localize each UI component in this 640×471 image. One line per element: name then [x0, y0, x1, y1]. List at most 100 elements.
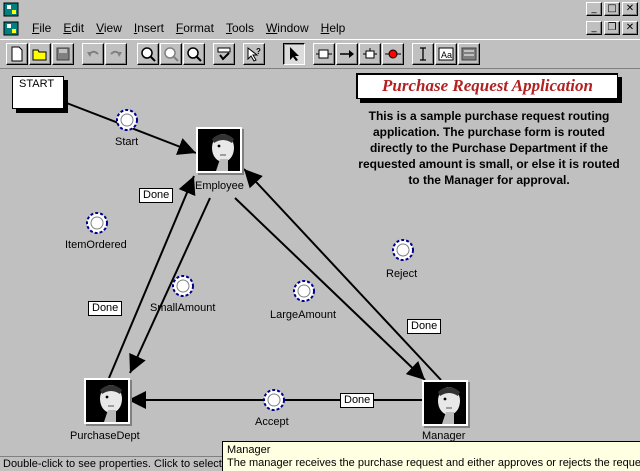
- text-cursor-icon: [420, 47, 426, 61]
- link-employee-to-manager[interactable]: [234, 197, 426, 381]
- app-icon: [3, 2, 19, 17]
- properties-tool-icon: [461, 47, 477, 61]
- redo-icon: [110, 50, 122, 57]
- svg-text:?: ?: [256, 47, 261, 56]
- event-icon-largeamount[interactable]: [292, 279, 316, 303]
- done-label-itemordered[interactable]: Done: [139, 188, 174, 203]
- event-icon-accept[interactable]: [262, 388, 286, 412]
- menu-bar: File Edit View Insert Format Tools Windo…: [0, 19, 640, 38]
- event-icon-smallamount[interactable]: [171, 274, 195, 298]
- menu-help-rest: elp: [329, 21, 346, 35]
- doc-restore-icon[interactable]: ❐: [604, 21, 620, 35]
- start-label: START: [19, 78, 55, 90]
- label-tool-button[interactable]: Aa: [435, 43, 457, 65]
- menu-insert[interactable]: Insert: [128, 21, 170, 36]
- purchasedept-node[interactable]: [84, 378, 130, 424]
- new-file-icon: [11, 46, 23, 62]
- node-tooltip: Manager The manager receives the purchas…: [222, 441, 640, 471]
- add-node-icon: [316, 49, 332, 59]
- menu-format[interactable]: Format: [170, 21, 220, 36]
- app-window-controls: _ □ ✕: [586, 2, 638, 16]
- select-pointer-icon: [290, 47, 299, 61]
- done-label-purchasedept[interactable]: Done: [88, 301, 123, 316]
- maximize-icon[interactable]: □: [604, 2, 620, 16]
- add-event-icon: [385, 49, 401, 59]
- check-route-icon: [217, 47, 231, 61]
- save-icon: [56, 47, 70, 61]
- toolbar: ? Aa: [0, 39, 640, 69]
- zoom-in-button[interactable]: [160, 43, 182, 65]
- add-branch-icon: [363, 48, 377, 59]
- new-file-button[interactable]: [6, 43, 28, 65]
- diagram-description: This is a sample purchase request routin…: [358, 109, 620, 187]
- event-label-accept: Accept: [255, 416, 289, 428]
- manager-node[interactable]: [422, 380, 468, 426]
- menu-view[interactable]: View: [90, 21, 128, 36]
- doc-close-icon[interactable]: ✕: [622, 21, 638, 35]
- menu-edit-rest: dit: [71, 21, 85, 35]
- menu-edit[interactable]: Edit: [57, 21, 90, 36]
- help-pointer-button[interactable]: ?: [243, 43, 265, 65]
- add-event-button[interactable]: [382, 43, 404, 65]
- person-icon: [86, 380, 128, 422]
- event-label-reject: Reject: [386, 268, 418, 280]
- diagram-canvas[interactable]: START Purchase Request Application This …: [0, 70, 640, 455]
- redo-button[interactable]: [105, 43, 127, 65]
- menu-help[interactable]: Help: [315, 21, 352, 36]
- minimize-icon[interactable]: _: [586, 2, 602, 16]
- zoom-out-button[interactable]: [183, 43, 205, 65]
- check-route-button[interactable]: [213, 43, 235, 65]
- document-icon[interactable]: [3, 21, 19, 36]
- menu-window-key: W: [265, 21, 278, 35]
- menu-help-key: H: [320, 21, 330, 35]
- add-node-button[interactable]: [313, 43, 335, 65]
- doc-window-controls: _ ❐ ✕: [586, 21, 638, 35]
- event-icon-itemordered[interactable]: [85, 211, 109, 235]
- properties-tool-button[interactable]: [458, 43, 480, 65]
- event-label-smallamount: SmallAmount: [150, 302, 216, 314]
- open-folder-icon: [32, 49, 47, 61]
- menu-insert-rest: nsert: [137, 21, 164, 35]
- menu-view-key: V: [96, 21, 104, 35]
- tooltip-title: Manager: [227, 444, 271, 456]
- event-icon-reject[interactable]: [391, 238, 415, 262]
- text-tool-button[interactable]: [412, 43, 434, 65]
- label-tool-icon: Aa: [438, 47, 454, 61]
- done-label-accept[interactable]: Done: [340, 393, 375, 408]
- event-label-start: Start: [115, 136, 139, 148]
- tooltip-text: The manager receives the purchase reques…: [227, 457, 640, 469]
- add-link-icon: [340, 50, 354, 58]
- event-label-itemordered: ItemOrdered: [65, 239, 127, 251]
- employee-node[interactable]: [196, 127, 242, 173]
- undo-icon: [87, 50, 99, 57]
- zoom-button[interactable]: [137, 43, 159, 65]
- diagram-title: Purchase Request Application: [356, 73, 618, 99]
- zoom-in-icon: [164, 47, 179, 62]
- save-button[interactable]: [52, 43, 74, 65]
- done-label-reject[interactable]: Done: [407, 319, 442, 334]
- menu-view-rest: iew: [103, 21, 122, 35]
- menu-tools-rest: ools: [231, 21, 254, 35]
- menu-tools[interactable]: Tools: [220, 21, 260, 36]
- add-branch-button[interactable]: [359, 43, 381, 65]
- zoom-out-icon: [187, 47, 202, 62]
- menu-window[interactable]: Window: [260, 21, 315, 36]
- link-employee-to-purchasedept[interactable]: [129, 197, 211, 374]
- add-link-button[interactable]: [336, 43, 358, 65]
- event-icon-start[interactable]: [115, 108, 139, 132]
- select-pointer-button[interactable]: [283, 43, 305, 65]
- menu-format-rest: ormat: [183, 21, 214, 35]
- open-folder-button[interactable]: [29, 43, 51, 65]
- status-bar: Double-click to see properties. Click to…: [0, 456, 222, 471]
- employee-label: Employee: [195, 180, 244, 192]
- person-icon: [424, 382, 466, 424]
- undo-button[interactable]: [82, 43, 104, 65]
- close-icon[interactable]: ✕: [622, 2, 638, 16]
- doc-minimize-icon[interactable]: _: [586, 21, 602, 35]
- menu-file-rest: ile: [39, 21, 52, 35]
- event-label-largeamount: LargeAmount: [270, 309, 337, 321]
- menu-file[interactable]: File: [26, 21, 57, 36]
- start-node[interactable]: START: [12, 76, 64, 109]
- purchasedept-label: PurchaseDept: [70, 430, 140, 442]
- zoom-icon: [141, 47, 156, 62]
